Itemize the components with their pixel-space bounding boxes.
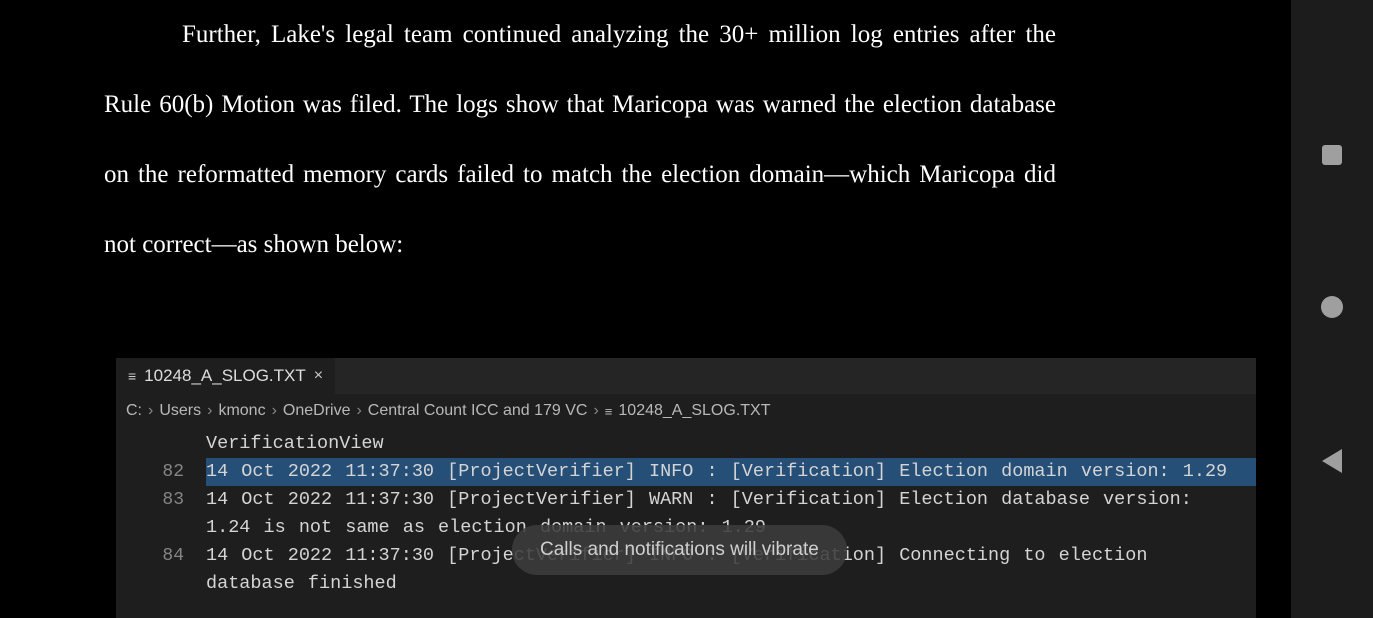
chevron-right-icon: › <box>593 402 598 420</box>
body-paragraph: Further, Lake's legal team continued ana… <box>104 0 1056 280</box>
close-icon[interactable]: × <box>314 367 323 385</box>
line-number: 82 <box>116 458 206 486</box>
system-toast: Calls and notifications will vibrate <box>512 525 847 575</box>
file-tab[interactable]: ≡ 10248_A_SLOG.TXT × <box>116 358 335 394</box>
android-nav-bar <box>1291 0 1373 618</box>
chevron-right-icon: › <box>356 402 361 420</box>
crumb[interactable]: C: <box>126 402 142 420</box>
home-button[interactable] <box>1321 296 1343 318</box>
chevron-right-icon: › <box>148 402 153 420</box>
line-number: 83 <box>116 486 206 514</box>
tab-bar: ≡ 10248_A_SLOG.TXT × <box>116 358 1256 394</box>
chevron-right-icon: › <box>272 402 277 420</box>
chevron-right-icon: › <box>207 402 212 420</box>
crumb[interactable]: Users <box>159 402 201 420</box>
paragraph-text: Further, Lake's legal team continued ana… <box>104 21 1056 258</box>
file-icon: ≡ <box>605 404 613 419</box>
code-text: VerificationView <box>206 430 1256 458</box>
crumb[interactable]: 10248_A_SLOG.TXT <box>618 402 770 420</box>
recents-button[interactable] <box>1322 145 1342 165</box>
toast-text: Calls and notifications will vibrate <box>540 539 819 560</box>
crumb[interactable]: OneDrive <box>283 402 351 420</box>
crumb[interactable]: kmonc <box>218 402 265 420</box>
line-number: 84 <box>116 542 206 570</box>
back-button[interactable] <box>1322 449 1342 473</box>
tab-filename: 10248_A_SLOG.TXT <box>144 366 306 386</box>
breadcrumb[interactable]: C: › Users › kmonc › OneDrive › Central … <box>116 394 1256 428</box>
code-editor-screenshot: ≡ 10248_A_SLOG.TXT × C: › Users › kmonc … <box>116 358 1256 618</box>
document-content: Further, Lake's legal team continued ana… <box>0 0 1291 618</box>
code-line: VerificationView <box>116 430 1256 458</box>
crumb[interactable]: Central Count ICC and 179 VC <box>368 402 588 420</box>
file-icon: ≡ <box>128 368 136 384</box>
code-text: 14 Oct 2022 11:37:30 [ProjectVerifier] I… <box>206 458 1256 486</box>
code-line: 82 14 Oct 2022 11:37:30 [ProjectVerifier… <box>116 458 1256 486</box>
